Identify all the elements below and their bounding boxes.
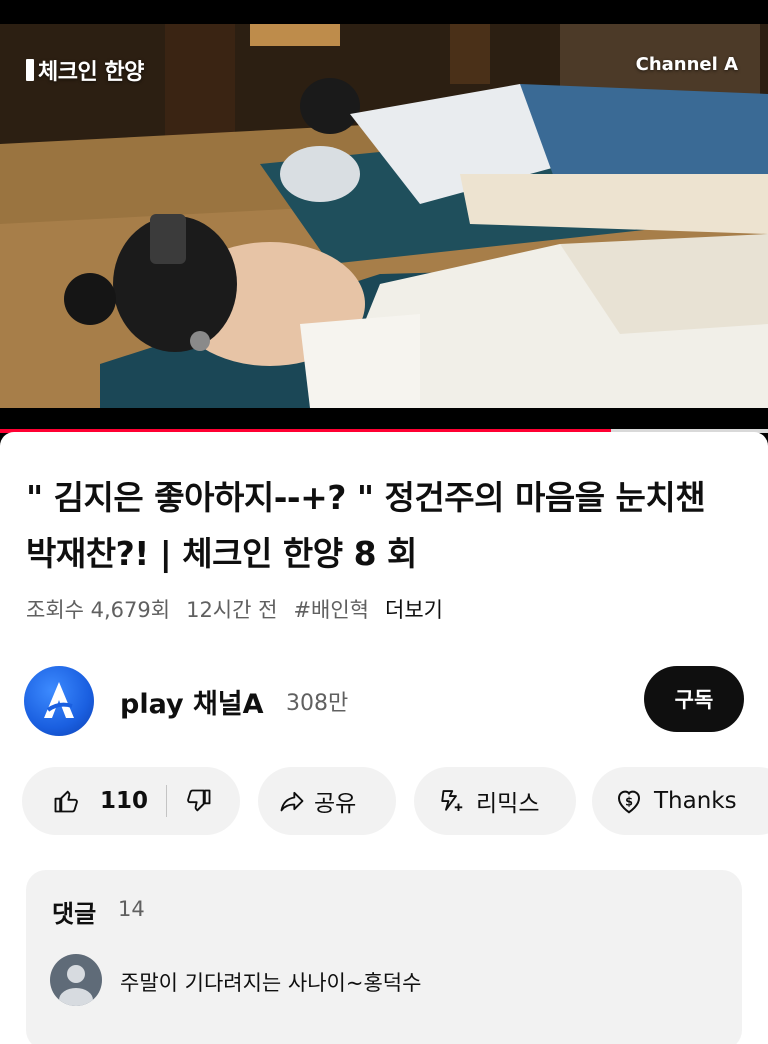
thumbs-up-icon[interactable] bbox=[52, 787, 80, 815]
remix-icon bbox=[441, 790, 463, 811]
video-frame[interactable]: 체크인 한양 Channel A bbox=[0, 24, 768, 408]
share-button[interactable]: 공유 bbox=[258, 767, 396, 835]
svg-text:$: $ bbox=[625, 795, 633, 808]
video-meta[interactable]: 조회수 4,679회 12시간 전 #배인혁 더보기 bbox=[26, 594, 443, 624]
channel-name[interactable]: play 채널A bbox=[120, 682, 264, 721]
subscriber-count: 308만 bbox=[286, 691, 349, 716]
show-logo-mark-icon bbox=[26, 59, 34, 81]
more-button[interactable]: 더보기 bbox=[385, 594, 443, 624]
like-dislike-group: 110 bbox=[22, 767, 240, 835]
remix-label: 리믹스 bbox=[476, 791, 540, 817]
share-arrow-icon bbox=[280, 791, 304, 812]
channel-watermark: Channel A bbox=[635, 54, 738, 75]
view-count: 조회수 4,679회 bbox=[26, 598, 171, 622]
channel-row[interactable]: play 채널A 308만 구독 bbox=[24, 664, 744, 736]
subscribe-button[interactable]: 구독 bbox=[644, 666, 744, 732]
commenter-avatar bbox=[50, 954, 102, 1006]
video-title[interactable]: " 김지은 좋아하지--+? " 정건주의 마음을 눈치챈 박재찬?! | 체크… bbox=[26, 470, 742, 582]
comments-heading: 댓글 bbox=[52, 900, 97, 928]
thumbs-down-icon[interactable] bbox=[185, 787, 213, 815]
heart-dollar-icon: $ bbox=[617, 790, 641, 814]
thanks-label: Thanks bbox=[654, 788, 737, 814]
remix-button[interactable]: 리믹스 bbox=[414, 767, 576, 835]
action-bar: 110 공유 리믹스 $ Thanks bbox=[22, 767, 768, 835]
comments-count: 14 bbox=[118, 897, 145, 921]
video-player[interactable]: 체크인 한양 Channel A bbox=[0, 0, 768, 430]
show-logo-text: 체크인 한양 bbox=[38, 60, 144, 85]
comments-section[interactable]: 댓글 14 주말이 기다려지는 사나이~홍덕수 bbox=[26, 870, 742, 1044]
default-user-icon bbox=[59, 965, 93, 1006]
like-count[interactable]: 110 bbox=[100, 788, 148, 814]
like-divider bbox=[166, 785, 168, 817]
top-comment-text: 주말이 기다려지는 사나이~홍덕수 bbox=[120, 971, 422, 995]
hashtag-link[interactable]: #배인혁 bbox=[293, 594, 369, 624]
channel-avatar[interactable] bbox=[24, 666, 94, 736]
upload-age: 12시간 전 bbox=[186, 598, 278, 622]
share-label: 공유 bbox=[314, 791, 357, 817]
show-logo: 체크인 한양 bbox=[26, 54, 144, 86]
channel-a-logo-icon bbox=[44, 682, 74, 718]
thanks-button[interactable]: $ Thanks bbox=[592, 767, 768, 835]
